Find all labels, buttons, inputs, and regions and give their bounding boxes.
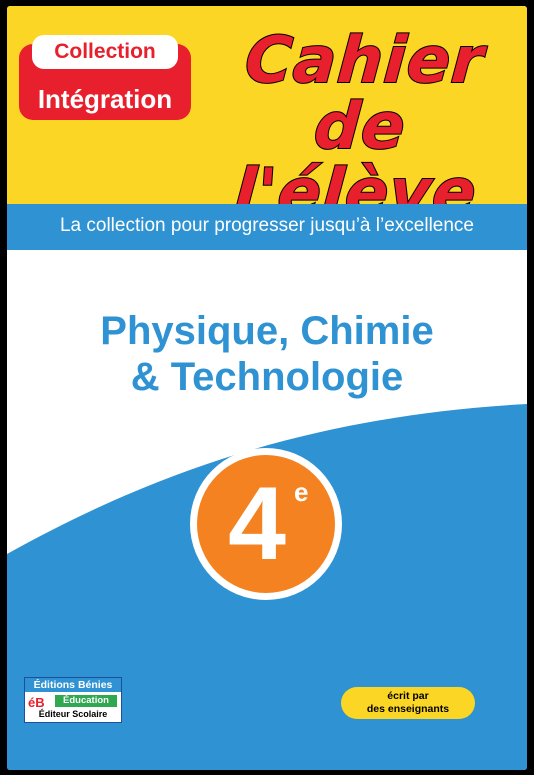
book-cover: Collection Intégration Cahier de l'élève…	[7, 6, 527, 770]
publisher-name: Éditions Bénies	[25, 678, 121, 692]
publisher-logo: Éditions Bénies éB Éducation Éditeur Sco…	[24, 677, 122, 723]
authors-line2: des enseignants	[366, 703, 450, 715]
grade-number: 4	[228, 466, 286, 582]
authors-badge: écrit par des enseignants	[341, 687, 475, 719]
authors-line1: écrit par	[387, 690, 429, 702]
publisher-initials: éB	[28, 695, 45, 710]
grade-suffix: e	[294, 477, 309, 507]
publisher-subtitle: Éditeur Scolaire	[38, 709, 108, 719]
publisher-tag: Éducation	[55, 695, 117, 707]
blue-wave-background	[7, 404, 527, 770]
